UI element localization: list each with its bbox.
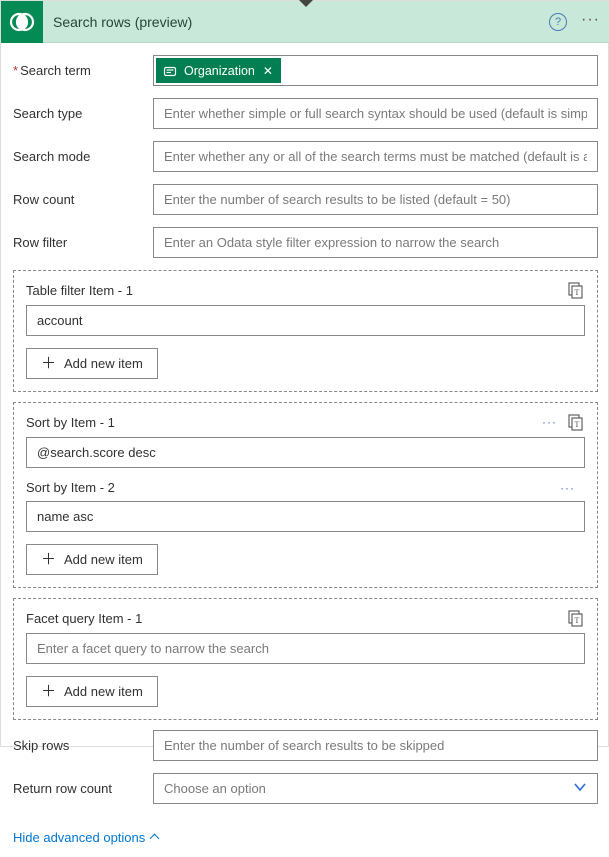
required-asterisk-icon: * bbox=[13, 63, 18, 78]
card-title: Search rows (preview) bbox=[43, 14, 549, 30]
field-search-mode: Search mode bbox=[13, 141, 598, 172]
field-label-row-count: Row count bbox=[13, 192, 153, 207]
return-row-count-select[interactable]: Choose an option bbox=[153, 773, 598, 804]
token-label: Organization bbox=[184, 64, 255, 78]
chevron-down-icon bbox=[573, 780, 587, 797]
field-row-count: Row count bbox=[13, 184, 598, 215]
select-placeholder: Choose an option bbox=[164, 781, 266, 796]
svg-text:T: T bbox=[574, 420, 579, 429]
dynamic-content-picker-icon[interactable]: T bbox=[567, 413, 585, 431]
field-label-search-mode: Search mode bbox=[13, 149, 153, 164]
plus-icon: ＋ bbox=[41, 684, 56, 699]
sort-by-item-2-label: Sort by Item - 2 bbox=[26, 480, 560, 495]
sort-by-item-1-input[interactable] bbox=[26, 437, 585, 468]
dynamic-content-picker-icon[interactable]: T bbox=[567, 281, 585, 299]
hide-advanced-options-link[interactable]: Hide advanced options bbox=[13, 830, 158, 845]
table-filter-item-1-label: Table filter Item - 1 bbox=[26, 283, 567, 298]
dynamic-content-icon bbox=[162, 63, 178, 79]
dataverse-logo-icon bbox=[1, 1, 43, 43]
help-icon[interactable]: ? bbox=[549, 13, 567, 31]
row-filter-input[interactable] bbox=[153, 227, 598, 258]
sort-by-item-2-input[interactable] bbox=[26, 501, 585, 532]
field-return-row-count: Return row count Choose an option bbox=[13, 773, 598, 804]
token-organization[interactable]: Organization ✕ bbox=[156, 58, 281, 83]
plus-icon: ＋ bbox=[41, 356, 56, 371]
search-term-input[interactable]: Organization ✕ bbox=[153, 55, 598, 86]
field-search-type: Search type bbox=[13, 98, 598, 129]
group-facet-query: Facet query Item - 1 T ＋ Add new item bbox=[13, 598, 598, 720]
sort-item-2-more-icon[interactable]: ··· bbox=[560, 483, 575, 493]
card-menu-icon[interactable]: ··· bbox=[581, 15, 600, 29]
add-facet-query-button[interactable]: ＋ Add new item bbox=[26, 676, 158, 707]
field-row-filter: Row filter bbox=[13, 227, 598, 258]
field-label-return-row-count: Return row count bbox=[13, 781, 153, 796]
chevron-up-icon bbox=[150, 834, 160, 844]
field-label-skip-rows: Skip rows bbox=[13, 738, 153, 753]
svg-text:T: T bbox=[574, 616, 579, 625]
table-filter-item-1-input[interactable] bbox=[26, 305, 585, 336]
plus-icon: ＋ bbox=[41, 552, 56, 567]
field-skip-rows: Skip rows bbox=[13, 730, 598, 761]
field-label-search-type: Search type bbox=[13, 106, 153, 121]
add-table-filter-button[interactable]: ＋ Add new item bbox=[26, 348, 158, 379]
add-label: Add new item bbox=[64, 356, 143, 371]
row-count-input[interactable] bbox=[153, 184, 598, 215]
field-label-row-filter: Row filter bbox=[13, 235, 153, 250]
sort-item-1-more-icon[interactable]: ··· bbox=[542, 417, 557, 427]
field-label-search-term: *Search term bbox=[13, 63, 153, 78]
facet-query-item-1-label: Facet query Item - 1 bbox=[26, 611, 567, 626]
connector-notch-icon bbox=[299, 0, 313, 7]
token-remove-icon[interactable]: ✕ bbox=[263, 64, 273, 78]
facet-query-item-1-input[interactable] bbox=[26, 633, 585, 664]
skip-rows-input[interactable] bbox=[153, 730, 598, 761]
search-type-input[interactable] bbox=[153, 98, 598, 129]
dynamic-content-picker-icon[interactable]: T bbox=[567, 609, 585, 627]
group-table-filter: Table filter Item - 1 T ＋ Add new item bbox=[13, 270, 598, 392]
group-sort-by: Sort by Item - 1 ··· T Sort by Item - 2 … bbox=[13, 402, 598, 588]
search-mode-input[interactable] bbox=[153, 141, 598, 172]
sort-by-item-1-label: Sort by Item - 1 bbox=[26, 415, 542, 430]
add-label: Add new item bbox=[64, 684, 143, 699]
add-label: Add new item bbox=[64, 552, 143, 567]
add-sort-by-button[interactable]: ＋ Add new item bbox=[26, 544, 158, 575]
svg-text:T: T bbox=[574, 288, 579, 297]
label-text: Search term bbox=[20, 63, 91, 78]
card-header: Search rows (preview) ? ··· bbox=[1, 1, 609, 43]
toggle-label: Hide advanced options bbox=[13, 830, 145, 845]
field-search-term: *Search term Organization ✕ bbox=[13, 55, 598, 86]
